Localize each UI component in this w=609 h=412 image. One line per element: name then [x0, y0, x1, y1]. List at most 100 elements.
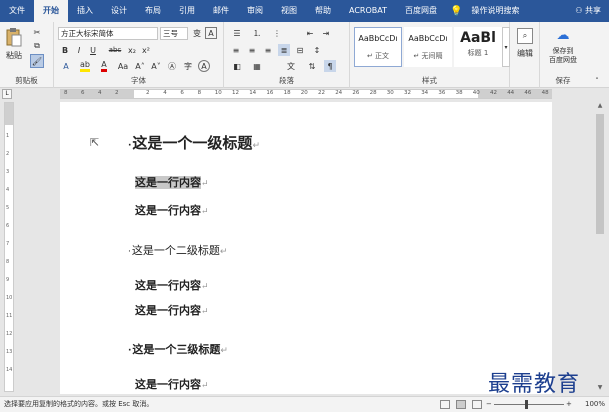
collapse-ribbon-icon[interactable]: ˄	[592, 76, 602, 86]
copy-icon[interactable]: ⧉	[30, 40, 44, 52]
tab-selector-icon[interactable]: L	[2, 89, 12, 99]
vertical-ruler-number: 4	[6, 187, 10, 193]
vertical-scrollbar[interactable]: ▲ ▼	[594, 100, 606, 394]
body-line-1[interactable]: 这是一行内容↵	[135, 174, 209, 190]
tell-me-search[interactable]: 操作说明搜索	[462, 0, 528, 22]
justify-icon[interactable]: ≣	[278, 44, 290, 56]
bold-button[interactable]: B	[60, 44, 70, 56]
vertical-ruler-number: 2	[6, 151, 10, 157]
horizontal-ruler[interactable]: 8 6 4 2 2 4 6 8 10 12 14 16 18 20 22 24 26 28 30 32 34 36 38 40…	[60, 89, 552, 99]
heading-2[interactable]: ·这是一个二级标题↵	[128, 242, 227, 258]
chinese-layout-icon[interactable]: 文	[284, 60, 298, 72]
scroll-up-icon[interactable]: ▲	[596, 102, 604, 110]
align-left-icon[interactable]: ≡	[230, 44, 242, 56]
align-right-icon[interactable]: ≡	[262, 44, 274, 56]
paste-button[interactable]: 粘贴	[3, 50, 25, 60]
heading-3[interactable]: ·这是一个三级标题↵	[128, 341, 228, 357]
save-baidu-label[interactable]: 百度网盘	[540, 55, 586, 64]
change-case-icon[interactable]: Aa	[116, 60, 130, 72]
font-size-select[interactable]: 三号	[160, 27, 188, 40]
heading-2-text: 这是一个二级标题	[131, 244, 220, 257]
distributed-icon[interactable]: ⊟	[294, 44, 306, 56]
tab-references[interactable]: 引用	[170, 0, 204, 22]
decrease-indent-icon[interactable]: ⇤	[304, 27, 316, 39]
web-layout-icon[interactable]	[472, 400, 482, 409]
tab-review[interactable]: 审阅	[238, 0, 272, 22]
tab-insert[interactable]: 插入	[68, 0, 102, 22]
body-line-4[interactable]: 这是一行内容↵	[135, 302, 209, 318]
vertical-ruler-number: 1	[6, 133, 10, 139]
subscript-button[interactable]: x₂	[126, 44, 138, 56]
scroll-down-icon[interactable]: ▼	[596, 384, 604, 392]
share-button[interactable]: ⚇ 共享	[575, 0, 601, 22]
horizontal-ruler-row: L 8 6 4 2 2 4 6 8 10 12 14 16 18 20 22 24 26 28 30 32 34 36 38…	[0, 88, 609, 100]
ribbon: 粘贴 ✂ ⧉ 🖌 剪贴板 方正大标宋简体 三号 变 A B I U abc x₂…	[0, 22, 609, 88]
vertical-ruler-number: 6	[6, 223, 10, 229]
baidu-cloud-icon[interactable]: ☁	[554, 27, 572, 43]
line-spacing-icon[interactable]: ↕	[310, 44, 324, 56]
sort-icon[interactable]: ⇅	[306, 60, 318, 72]
vertical-ruler-number: 14	[6, 367, 13, 373]
read-mode-icon[interactable]	[440, 400, 450, 409]
phonetic-guide-icon[interactable]: 变	[191, 27, 203, 39]
zoom-level[interactable]: 100%	[585, 397, 605, 412]
style-no-spacing[interactable]: AaBbCcDı ↵ 无间隔	[404, 27, 452, 67]
styles-more-icon[interactable]: ▾	[502, 27, 510, 67]
editing-button[interactable]: 编辑	[510, 48, 540, 58]
style-normal-name: ↵ 正文	[366, 52, 390, 60]
clipboard-group: 粘贴 ✂ ⧉ 🖌 剪贴板	[0, 22, 54, 88]
clear-formatting-icon[interactable]: Ⓐ	[166, 60, 178, 72]
borders-icon[interactable]: ▦	[250, 60, 264, 72]
shrink-font-icon[interactable]: A˅	[150, 60, 162, 72]
strikethrough-button[interactable]: abc	[106, 44, 124, 56]
increase-indent-icon[interactable]: ⇥	[320, 27, 332, 39]
numbering-icon[interactable]: ⒈	[250, 27, 264, 39]
lightbulb-icon: 💡	[450, 5, 463, 17]
enclose-char-icon[interactable]: A	[198, 60, 210, 72]
char-shading-icon[interactable]: 字	[182, 60, 194, 72]
multilevel-list-icon[interactable]: ⋮	[270, 27, 284, 39]
tab-help[interactable]: 帮助	[306, 0, 340, 22]
tab-view[interactable]: 视图	[272, 0, 306, 22]
grow-font-icon[interactable]: A˄	[134, 60, 146, 72]
char-border-icon[interactable]: A	[205, 27, 217, 39]
superscript-button[interactable]: x²	[140, 44, 152, 56]
body-line-5[interactable]: 这是一行内容↵	[135, 376, 209, 392]
tab-design[interactable]: 设计	[102, 0, 136, 22]
zoom-in-icon[interactable]: +	[566, 397, 572, 412]
tab-home[interactable]: 开始	[34, 0, 68, 22]
body-line-3[interactable]: 这是一行内容↵	[135, 277, 209, 293]
document-page[interactable]: ⇱ ·这是一个一级标题↵ 这是一行内容↵ 这是一行内容↵ ·这是一个二级标题↵ …	[60, 102, 552, 394]
align-center-icon[interactable]: ≡	[246, 44, 258, 56]
paste-icon[interactable]	[4, 26, 24, 48]
tab-file[interactable]: 文件	[0, 0, 34, 22]
font-color-icon[interactable]: A	[98, 60, 110, 72]
tab-layout[interactable]: 布局	[136, 0, 170, 22]
zoom-out-icon[interactable]: −	[486, 397, 492, 412]
tab-acrobat[interactable]: ACROBAT	[340, 0, 396, 22]
format-painter-icon[interactable]: 🖌	[30, 54, 44, 68]
show-marks-icon[interactable]: ¶	[324, 60, 336, 72]
tab-mailings[interactable]: 邮件	[204, 0, 238, 22]
style-normal[interactable]: AaBbCcDı ↵ 正文	[354, 27, 402, 67]
body-line-2[interactable]: 这是一行内容↵	[135, 202, 209, 218]
underline-button[interactable]: U	[88, 44, 98, 56]
highlight-icon[interactable]: ab	[78, 60, 92, 72]
heading-1[interactable]: ·这是一个一级标题↵	[128, 132, 260, 153]
print-layout-icon[interactable]	[456, 400, 466, 409]
tab-baidu-netdisk[interactable]: 百度网盘	[396, 0, 446, 22]
vertical-ruler-number: 10	[6, 295, 13, 301]
italic-button[interactable]: I	[74, 44, 84, 56]
ruler-number: 32	[404, 90, 411, 96]
cut-icon[interactable]: ✂	[30, 26, 44, 38]
text-effects-icon[interactable]: A	[60, 60, 72, 72]
zoom-slider[interactable]	[494, 404, 564, 405]
style-heading-1[interactable]: AaBl 标题 1	[454, 27, 502, 67]
find-icon[interactable]: ⌕	[517, 28, 533, 44]
font-name-select[interactable]: 方正大标宋简体	[58, 27, 158, 40]
scrollbar-thumb[interactable]	[596, 114, 604, 234]
zoom-slider-thumb[interactable]	[525, 400, 528, 409]
shading-icon[interactable]: ◧	[230, 60, 244, 72]
vertical-ruler[interactable]: 1 2 3 4 5 6 7 8 9 10 11 12 13 14	[4, 102, 14, 392]
bullets-icon[interactable]: ☰	[230, 27, 244, 39]
